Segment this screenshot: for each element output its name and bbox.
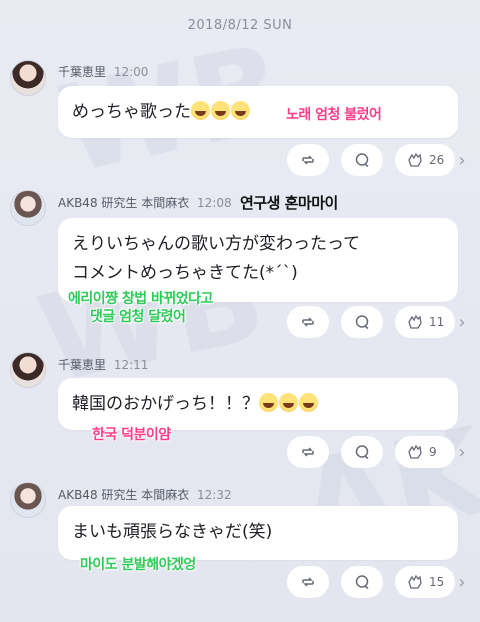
post-time: 12:08 (197, 196, 232, 210)
clap-count: 11 (429, 315, 445, 329)
comment-button[interactable] (341, 306, 383, 338)
clap-count: 9 (429, 445, 437, 459)
laughing-emoji-icon (231, 101, 250, 120)
clap-button[interactable]: 26 (395, 144, 455, 176)
message-text-line: えりいちゃんの歌い方が変わったって (72, 234, 361, 254)
comment-icon (355, 575, 369, 590)
message-bubble: まいも頑張らなきゃだ(笑) (58, 506, 458, 560)
clap-button[interactable]: 11 (395, 306, 455, 338)
comment-icon (355, 315, 369, 330)
post-time: 12:00 (113, 65, 149, 79)
action-bar: 11 › (0, 306, 480, 338)
laughing-emoji-icon (299, 393, 318, 412)
author-line: 千葉恵里 12:11 (58, 356, 148, 373)
message-bubble: 韓国のおかげっち！！？ (58, 378, 458, 430)
author-name: AKB48 研究生 本間麻衣 (58, 196, 190, 210)
post-time: 12:11 (113, 358, 149, 372)
chevron-right-icon[interactable]: › (455, 566, 469, 598)
translation-caption: 노래 엄청 불렀어 (286, 107, 382, 123)
author-name: 千葉恵里 (58, 65, 107, 79)
comment-button[interactable] (341, 436, 383, 468)
action-bar: 26 › (0, 144, 480, 176)
avatar[interactable] (10, 190, 46, 226)
clap-icon (408, 314, 422, 329)
message-text: 韓国のおかげっち！！？ (72, 394, 259, 414)
chevron-right-icon[interactable]: › (455, 144, 469, 176)
repost-icon (302, 155, 314, 165)
clap-count: 26 (429, 153, 445, 167)
author-line: AKB48 研究生 本間麻衣 12:32 (58, 486, 232, 503)
repost-icon (302, 577, 314, 587)
author-name: AKB48 研究生 本間麻衣 (58, 488, 190, 502)
message-text-line: コメントめっちゃきてた(*´`) (72, 262, 298, 283)
laughing-emoji-icon (191, 101, 210, 120)
post-time: 12:32 (197, 488, 232, 502)
comment-button[interactable] (341, 144, 383, 176)
repost-icon (302, 447, 314, 457)
avatar[interactable] (10, 482, 46, 518)
action-bar: 9 › (0, 436, 480, 468)
laughing-emoji-icon (211, 101, 230, 120)
repost-icon (302, 317, 314, 327)
comment-button[interactable] (341, 566, 383, 598)
chevron-right-icon[interactable]: › (455, 306, 469, 338)
message-text: まいも頑張らなきゃだ(笑) (72, 522, 273, 542)
translation-caption: 에리이쨩 창법 바뀌었다고 (68, 291, 213, 307)
clap-icon (408, 152, 422, 167)
clap-icon (408, 574, 422, 589)
avatar[interactable] (10, 60, 46, 96)
laughing-emoji-icon (279, 393, 298, 412)
repost-button[interactable] (287, 436, 329, 468)
clap-count: 15 (429, 575, 445, 589)
comment-icon (355, 153, 369, 168)
repost-button[interactable] (287, 144, 329, 176)
action-bar: 15 › (0, 566, 480, 598)
name-note-caption: 연구생 혼마마이 (240, 194, 338, 212)
date-header: 2018/8/12 SUN (187, 18, 293, 33)
message-bubble: めっちゃ歌った (58, 86, 458, 138)
author-line: AKB48 研究生 本間麻衣 12:08 (58, 194, 232, 211)
author-name: 千葉恵里 (58, 358, 107, 372)
comment-icon (355, 445, 369, 460)
clap-button[interactable]: 9 (395, 436, 455, 468)
chevron-right-icon[interactable]: › (455, 436, 469, 468)
clap-icon (408, 444, 422, 459)
message-text: めっちゃ歌った (72, 102, 191, 122)
avatar[interactable] (10, 352, 46, 388)
clap-button[interactable]: 15 (395, 566, 455, 598)
repost-button[interactable] (287, 306, 329, 338)
repost-button[interactable] (287, 566, 329, 598)
author-line: 千葉恵里 12:00 (58, 63, 148, 80)
laughing-emoji-icon (259, 393, 278, 412)
